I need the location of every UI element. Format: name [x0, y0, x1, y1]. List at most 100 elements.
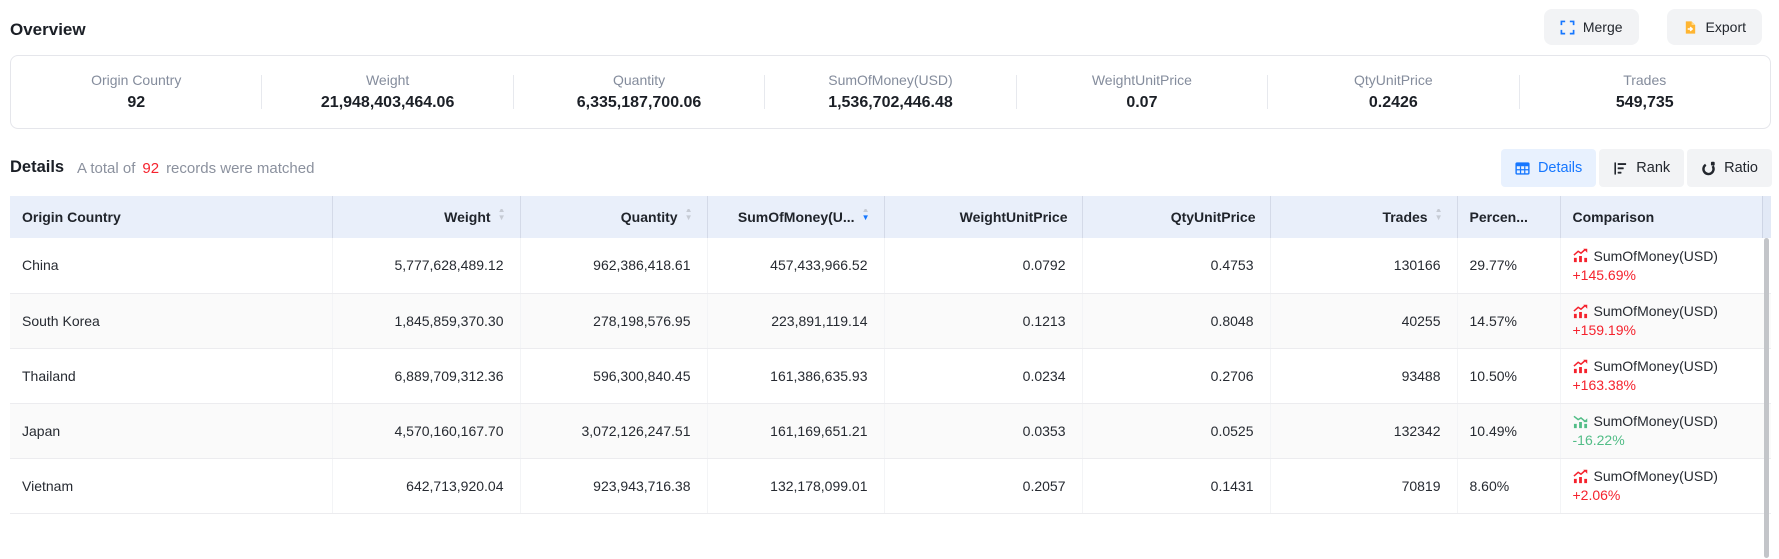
cell-origin-country: Vietnam — [10, 458, 332, 513]
tab-rank[interactable]: Rank — [1599, 149, 1684, 187]
cell-weight-unit-price: 0.1213 — [884, 293, 1082, 348]
table-row: South Korea 1,845,859,370.30 278,198,576… — [10, 293, 1771, 348]
col-header-qty-unit-price: QtyUnitPrice — [1082, 196, 1270, 238]
cell-weight-unit-price: 0.0353 — [884, 403, 1082, 458]
col-header-origin-country: Origin Country — [10, 196, 332, 238]
table-scrollbar[interactable] — [1764, 238, 1769, 558]
col-label: QtyUnitPrice — [1171, 209, 1256, 225]
cell-trades: 40255 — [1270, 293, 1457, 348]
sort-desc-caret: ▼ — [862, 218, 870, 225]
stat-sum-of-money: SumOfMoney(USD) 1,536,702,446.48 — [765, 56, 1015, 128]
col-header-sum-of-money[interactable]: SumOfMoney(U...▲▼ — [707, 196, 884, 238]
cell-origin-country: South Korea — [10, 293, 332, 348]
cell-qty-unit-price: 0.8048 — [1082, 293, 1270, 348]
cell-qty-unit-price: 0.2706 — [1082, 348, 1270, 403]
table-row: China 5,777,628,489.12 962,386,418.61 45… — [10, 238, 1771, 293]
tab-details-label: Details — [1538, 160, 1582, 176]
comparison-metric-label: SumOfMoney(USD) — [1594, 248, 1718, 264]
comparison: SumOfMoney(USD) +145.69% — [1573, 248, 1760, 283]
cell-sum-of-money: 223,891,119.14 — [707, 293, 884, 348]
stat-origin-country: Origin Country 92 — [11, 56, 261, 128]
sorter[interactable]: ▲▼ — [1435, 210, 1443, 225]
col-header-comparison: Comparison — [1560, 196, 1771, 238]
comparison: SumOfMoney(USD) -16.22% — [1573, 413, 1760, 448]
cell-comparison: SumOfMoney(USD) +2.06% — [1560, 458, 1771, 513]
table-row: Vietnam 642,713,920.04 923,943,716.38 13… — [10, 458, 1771, 513]
cell-weight-unit-price: 0.2057 — [884, 458, 1082, 513]
stat-label: Trades — [1623, 72, 1666, 88]
comparison-metric-label: SumOfMoney(USD) — [1594, 413, 1718, 429]
cell-weight: 6,889,709,312.36 — [332, 348, 520, 403]
details-title: Details — [10, 158, 64, 177]
details-table-wrap: Origin Country Weight▲▼ Quantity ▲▼ SumOf… — [10, 196, 1771, 514]
cell-trades: 132342 — [1270, 403, 1457, 458]
stat-value: 1,536,702,446.48 — [828, 94, 953, 112]
col-header-weight[interactable]: Weight▲▼ — [332, 196, 520, 238]
merge-icon — [1560, 20, 1575, 35]
cell-origin-country: Thailand — [10, 348, 332, 403]
cell-sum-of-money: 161,169,651.21 — [707, 403, 884, 458]
view-tabs: Details Rank Ratio — [1501, 149, 1772, 187]
comparison-change: +163.38% — [1573, 377, 1760, 393]
cell-percent: 10.50% — [1457, 348, 1560, 403]
stat-label: QtyUnitPrice — [1354, 72, 1433, 88]
export-button[interactable]: Export — [1667, 9, 1762, 45]
cell-qty-unit-price: 0.4753 — [1082, 238, 1270, 293]
col-header-quantity[interactable]: Quantity ▲▼ — [520, 196, 707, 238]
cell-sum-of-money: 161,386,635.93 — [707, 348, 884, 403]
col-header-trades[interactable]: Trades▲▼ — [1270, 196, 1457, 238]
stat-label: WeightUnitPrice — [1092, 72, 1192, 88]
tab-rank-label: Rank — [1636, 160, 1670, 176]
cell-weight: 1,845,859,370.30 — [332, 293, 520, 348]
comparison: SumOfMoney(USD) +2.06% — [1573, 468, 1760, 503]
stat-label: Quantity — [613, 72, 665, 88]
merge-button-label: Merge — [1583, 19, 1623, 35]
details-bar: Details A total of 92 records were match… — [0, 145, 1779, 191]
tab-ratio[interactable]: Ratio — [1687, 149, 1772, 187]
page: { "header": { "title": "Overview", "merg… — [0, 0, 1779, 559]
comparison: SumOfMoney(USD) +163.38% — [1573, 358, 1760, 393]
col-header-percent: Percen... — [1457, 196, 1560, 238]
cell-weight: 5,777,628,489.12 — [332, 238, 520, 293]
cell-quantity: 923,943,716.38 — [520, 458, 707, 513]
sorter[interactable]: ▲▼ — [498, 210, 506, 225]
cell-percent: 8.60% — [1457, 458, 1560, 513]
trend-chart-icon — [1573, 414, 1588, 429]
cell-comparison: SumOfMoney(USD) -16.22% — [1560, 403, 1771, 458]
cell-quantity: 962,386,418.61 — [520, 238, 707, 293]
cell-comparison: SumOfMoney(USD) +145.69% — [1560, 238, 1771, 293]
stat-weight: Weight 21,948,403,464.06 — [262, 56, 512, 128]
stat-value: 21,948,403,464.06 — [321, 94, 454, 112]
cell-percent: 10.49% — [1457, 403, 1560, 458]
table-header-row: Origin Country Weight▲▼ Quantity ▲▼ SumOf… — [10, 196, 1771, 238]
col-header-weight-unit-price: WeightUnitPrice — [884, 196, 1082, 238]
cell-trades: 93488 — [1270, 348, 1457, 403]
stat-value: 549,735 — [1616, 94, 1674, 112]
cell-origin-country: Japan — [10, 403, 332, 458]
sorter[interactable]: ▲▼ — [685, 210, 693, 225]
tab-details[interactable]: Details — [1501, 149, 1596, 187]
cell-qty-unit-price: 0.0525 — [1082, 403, 1270, 458]
stat-qty-unit-price: QtyUnitPrice 0.2426 — [1268, 56, 1518, 128]
summary-count: 92 — [142, 160, 159, 177]
stat-label: SumOfMoney(USD) — [828, 72, 952, 88]
cell-comparison: SumOfMoney(USD) +163.38% — [1560, 348, 1771, 403]
cell-weight-unit-price: 0.0792 — [884, 238, 1082, 293]
details-table: Origin Country Weight▲▼ Quantity ▲▼ SumOf… — [10, 196, 1771, 514]
page-title: Overview — [10, 20, 86, 40]
export-button-label: Export — [1706, 19, 1746, 35]
col-label: Quantity — [621, 209, 678, 225]
top-bar: Overview Merge Export — [0, 0, 1779, 55]
col-label: WeightUnitPrice — [960, 209, 1068, 225]
cell-weight: 642,713,920.04 — [332, 458, 520, 513]
sorter[interactable]: ▲▼ — [862, 210, 870, 225]
comparison-change: +2.06% — [1573, 487, 1760, 503]
cell-weight: 4,570,160,167.70 — [332, 403, 520, 458]
table-icon — [1515, 161, 1530, 176]
stat-value: 0.07 — [1126, 94, 1157, 112]
table-row: Japan 4,570,160,167.70 3,072,126,247.51 … — [10, 403, 1771, 458]
cell-sum-of-money: 132,178,099.01 — [707, 458, 884, 513]
merge-button[interactable]: Merge — [1544, 9, 1639, 45]
col-label: Comparison — [1573, 209, 1655, 225]
stat-value: 0.2426 — [1369, 94, 1418, 112]
